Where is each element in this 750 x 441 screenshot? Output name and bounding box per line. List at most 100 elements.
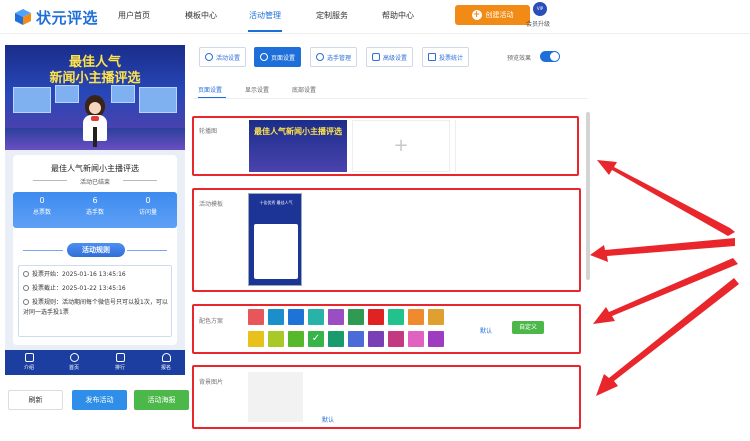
- template-thumbnail-caption: 十佳优秀 最佳人气: [259, 200, 293, 205]
- color-swatch[interactable]: [268, 309, 284, 325]
- arrow-to-color-scheme: [593, 258, 738, 324]
- anchor-girl-bow: [91, 116, 99, 121]
- color-swatch[interactable]: [408, 309, 424, 325]
- publish-activity-button[interactable]: 发布活动: [72, 390, 127, 410]
- logo[interactable]: 状元评选: [14, 6, 98, 28]
- color-swatch[interactable]: [428, 309, 444, 325]
- activity-info-card: 最佳人气新闻小主播评选 活动已结束 0 总票数 6 选手数 0 访问量 活动规则…: [13, 155, 177, 345]
- subtab-display-settings[interactable]: 显示设置: [245, 85, 269, 94]
- color-swatch[interactable]: [388, 309, 404, 325]
- nav-item-activity-management[interactable]: 活动管理: [249, 10, 281, 21]
- preview-tab-home-label: 首页: [68, 365, 79, 371]
- color-swatch[interactable]: [368, 309, 384, 325]
- microphone-icon: [93, 127, 97, 147]
- preview-tab-bar: 介绍 首页 排行 报名: [5, 350, 185, 375]
- nav-active-indicator: [248, 30, 282, 32]
- nav-item-help-center[interactable]: 帮助中心: [382, 10, 414, 21]
- tab-page-settings-label: 页面设置: [271, 54, 296, 62]
- tab-vote-statistics[interactable]: 投票统计: [422, 47, 470, 67]
- stat-total-votes: 0 总票数: [17, 196, 67, 216]
- rule-end-time-text: 投票截止：2025-01-22 13:45:16: [32, 285, 126, 292]
- tab-contestant-management-label: 选手管理: [327, 54, 352, 62]
- color-swatch[interactable]: [268, 331, 284, 347]
- arrow-to-carousel: [597, 160, 735, 236]
- carousel-image[interactable]: 最佳人气新闻小主播评选: [249, 120, 347, 172]
- tab-contestant-management[interactable]: 选手管理: [310, 47, 358, 67]
- clock-icon: [23, 285, 29, 291]
- template-thumbnail[interactable]: 十佳优秀 最佳人气: [248, 193, 302, 286]
- color-swatch[interactable]: [328, 309, 344, 325]
- tab-page-settings[interactable]: 页面设置: [254, 47, 302, 67]
- subtab-active-indicator: [198, 97, 226, 98]
- carousel-label: 轮播图: [199, 128, 218, 135]
- color-swatch[interactable]: [348, 309, 364, 325]
- banner-screen-right: [139, 87, 177, 113]
- color-swatch[interactable]: [428, 331, 444, 347]
- clock-icon: [23, 271, 29, 277]
- activity-poster-button[interactable]: 活动海报: [134, 390, 189, 410]
- preview-tab-signup[interactable]: 报名: [151, 353, 181, 371]
- preview-tab-home[interactable]: 首页: [59, 353, 89, 371]
- color-scheme-section: 配色方案 ✓ 默认 自定义: [192, 304, 581, 354]
- preview-effect-toggle[interactable]: [540, 51, 560, 62]
- create-activity-button[interactable]: + 创建活动: [455, 5, 530, 25]
- nav-item-custom-service[interactable]: 定制服务: [316, 10, 348, 21]
- color-swatch[interactable]: [408, 331, 424, 347]
- vip-badge-icon[interactable]: VIP: [533, 2, 547, 16]
- color-swatch[interactable]: [388, 331, 404, 347]
- stat-total-votes-label: 总票数: [32, 209, 51, 216]
- preview-tab-intro[interactable]: 介绍: [14, 353, 44, 371]
- custom-color-button[interactable]: 自定义: [512, 321, 544, 334]
- preview-tab-intro-label: 介绍: [23, 365, 34, 371]
- carousel-section: 轮播图 最佳人气新闻小主播评选 +: [192, 116, 579, 176]
- mobile-preview: 最佳人气 新闻小主播评选 最佳人气新闻小主播评选 活动已结束 0 总票数 6 选…: [5, 45, 185, 375]
- color-scheme-label: 配色方案: [199, 318, 224, 325]
- color-swatch[interactable]: [348, 331, 364, 347]
- nav-item-user-home[interactable]: 用户首页: [118, 10, 150, 21]
- subtab-page-settings[interactable]: 页面设置: [198, 85, 222, 94]
- user-icon: [161, 353, 171, 362]
- color-swatch[interactable]: [248, 331, 264, 347]
- color-swatch[interactable]: ✓: [308, 331, 324, 347]
- logo-cube-icon: [15, 9, 31, 25]
- status-divider-right: [123, 180, 157, 181]
- background-image-label: 背景图片: [199, 379, 224, 386]
- stats-panel: 0 总票数 6 选手数 0 访问量: [13, 192, 177, 228]
- rule-start-time-text: 投票开始：2025-01-16 13:45:16: [32, 271, 126, 278]
- rules-title-pill: 活动规则: [67, 243, 125, 257]
- top-nav: 状元评选 用户首页 模板中心 活动管理 定制服务 帮助中心 + 创建活动 VIP…: [0, 0, 750, 34]
- bar-chart-icon: [115, 353, 125, 362]
- document-icon: [24, 353, 34, 362]
- rules-divider-left: [23, 250, 63, 251]
- background-image-placeholder[interactable]: [248, 372, 303, 422]
- template-label: 活动模板: [199, 201, 224, 208]
- color-default-option[interactable]: 默认: [480, 326, 492, 335]
- bar-chart-icon: [428, 53, 436, 61]
- nav-item-template-center[interactable]: 模板中心: [185, 10, 217, 21]
- refresh-button[interactable]: 刷新: [8, 390, 63, 410]
- color-swatch[interactable]: [368, 331, 384, 347]
- tab-vote-statistics-label: 投票统计: [439, 54, 464, 62]
- stat-visits: 0 访问量: [123, 196, 173, 216]
- arrow-to-template: [590, 238, 735, 262]
- add-carousel-image-button[interactable]: +: [352, 120, 450, 172]
- settings-scrollbar[interactable]: [586, 112, 590, 280]
- color-swatch[interactable]: [308, 309, 324, 325]
- rule-vote-policy-text: 投票规则：活动期间每个微信号只可以投1次，可以对同一选手投1票: [23, 299, 168, 316]
- banner-screen-mid-left: [55, 85, 79, 103]
- color-swatch[interactable]: [288, 331, 304, 347]
- settings-panel-icon: [372, 53, 380, 61]
- subtab-footer-settings[interactable]: 底部设置: [292, 85, 316, 94]
- vip-upgrade-label[interactable]: 会员升级: [526, 19, 550, 28]
- activity-title: 最佳人气新闻小主播评选: [51, 164, 139, 173]
- check-icon: ✓: [311, 333, 321, 344]
- background-default-option[interactable]: 默认: [322, 415, 334, 424]
- color-swatch[interactable]: [248, 309, 264, 325]
- color-swatch[interactable]: [328, 331, 344, 347]
- tab-activity-settings[interactable]: 活动设置: [199, 47, 247, 67]
- preview-effect-label: 预览效果: [507, 55, 532, 62]
- gear-icon: [205, 53, 213, 61]
- tab-advanced-settings[interactable]: 高级设置: [366, 47, 414, 67]
- color-swatch[interactable]: [288, 309, 304, 325]
- preview-tab-ranking[interactable]: 排行: [105, 353, 135, 371]
